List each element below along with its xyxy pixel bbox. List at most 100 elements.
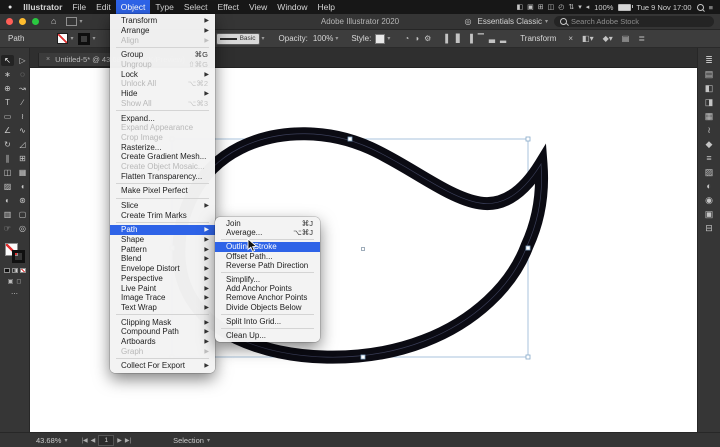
menubar-item-object[interactable]: Object [116,0,151,14]
adobe-stock-search-input[interactable]: Search Adobe Stock [554,16,714,27]
menubar-item-edit[interactable]: Edit [91,0,116,14]
menu-item-expand[interactable]: Expand... [110,113,215,123]
menu-item-lock[interactable]: Lock▶ [110,69,215,79]
zoom-tool[interactable]: ◎ [16,223,29,234]
menu-item-blend[interactable]: Blend▶ [110,254,215,264]
properties-panel-icon[interactable]: ≣ [705,56,713,65]
stroke-color-dropdown[interactable]: ▾ [78,33,95,45]
width-tool[interactable]: ∥ [1,153,14,164]
blend-tool[interactable]: ◐ [1,195,14,206]
menu-item-create-trim-marks[interactable]: Create Trim Marks [110,210,215,220]
menu-item-hide[interactable]: Hide▶ [110,89,215,99]
menu-item-flatten-transparency[interactable]: Flatten Transparency... [110,171,215,181]
submenu-item-reverse-path-direction[interactable]: Reverse Path Direction [215,261,320,270]
menu-item-text-wrap[interactable]: Text Wrap▶ [110,303,215,313]
previous-artboard-button[interactable]: ◀ [91,437,96,444]
rotate-tool[interactable]: ↻ [1,139,14,150]
layers-panel-icon[interactable]: ⊟ [705,224,713,233]
menubar-status-icon-7[interactable]: ▾ [578,3,582,11]
swatches-panel-icon[interactable]: ▦ [705,112,714,121]
direct-selection-tool[interactable]: ▷ [16,55,29,66]
brush-definition-dropdown[interactable]: Basic ▾ [216,33,265,45]
shape-builder-tool[interactable]: ◫ [1,167,14,178]
submenu-item-divide-objects-below[interactable]: Divide Objects Below [215,303,320,312]
submenu-item-add-anchor-points[interactable]: Add Anchor Points [215,284,320,293]
menubar-status-icon-2[interactable]: ▣ [527,3,534,11]
rectangle-tool[interactable]: ▭ [1,111,14,122]
minimize-window-button[interactable] [19,18,26,25]
line-segment-tool[interactable]: ∕ [16,97,29,108]
menubar-status-icon-4[interactable]: ◫ [548,3,555,11]
select-dropdown-icon[interactable]: ◆▾ [603,34,613,43]
menu-item-image-trace[interactable]: Image Trace▶ [110,293,215,303]
free-transform-tool[interactable]: ⊞ [16,153,29,164]
color-guide-panel-icon[interactable]: ◨ [705,98,714,107]
menubar-item-help[interactable]: Help [313,0,340,14]
submenu-item-join[interactable]: Join⌘J [215,219,320,228]
menu-item-rasterize[interactable]: Rasterize... [110,142,215,152]
selection-tool[interactable]: ↖ [1,55,14,66]
apple-menu-icon[interactable]: ● [0,4,18,11]
align-horizontal-left-icon[interactable]: ▌ [445,34,451,43]
submenu-item-remove-anchor-points[interactable]: Remove Anchor Points [215,293,320,302]
scale-tool[interactable]: ◿ [16,139,29,150]
submenu-item-average[interactable]: Average...⌥⌘J [215,228,320,237]
menu-item-pattern[interactable]: Pattern▶ [110,244,215,254]
options-gear-icon[interactable]: ⚙ [424,34,431,43]
shaper-tool[interactable]: ∿ [16,125,29,136]
transparency-panel-icon[interactable]: ◐ [706,182,711,191]
shape-properties-icon[interactable]: ▤ [622,34,630,43]
stroke-panel-icon[interactable]: ≡ [706,154,711,163]
libraries-panel-icon[interactable]: ▤ [705,70,714,79]
menubar-item-type[interactable]: Type [150,0,178,14]
color-button[interactable] [4,268,10,273]
draw-mode-1-icon[interactable]: ▣ [8,278,14,285]
menubar-item-view[interactable]: View [244,0,272,14]
gradient-panel-icon[interactable]: ▨ [705,168,714,177]
magic-wand-tool[interactable]: ∗ [1,69,14,80]
menu-item-envelope-distort[interactable]: Envelope Distort▶ [110,264,215,274]
next-artboard-button[interactable]: ▶ [117,437,122,444]
menubar-item-illustrator[interactable]: Illustrator [18,0,67,14]
spotlight-search-icon[interactable] [697,4,704,11]
lasso-tool[interactable]: ◌ [16,69,29,80]
menu-item-compound-path[interactable]: Compound Path▶ [110,327,215,337]
gradient-tool[interactable]: ▨ [1,181,14,192]
align-vertical-bottom-icon[interactable]: ▂ [500,34,506,43]
fill-color-dropdown[interactable]: ▾ [57,33,73,44]
align-vertical-top-icon[interactable]: ▔ [478,34,484,43]
paintbrush-tool[interactable]: ≀ [16,111,29,122]
home-icon[interactable]: ⌂ [51,17,56,26]
mesh-tool[interactable]: ▦ [16,167,29,178]
menu-item-slice[interactable]: Slice▶ [110,201,215,211]
last-artboard-button[interactable]: ▶| [125,437,131,444]
control-center-icon[interactable]: ≡ [709,3,713,12]
menu-item-live-paint[interactable]: Live Paint▶ [110,283,215,293]
zoom-level-dropdown[interactable]: 43.68% ▾ [36,436,67,445]
eyedropper-tool[interactable]: ◖ [16,181,29,192]
submenu-item-outline-stroke[interactable]: Outline Stroke [215,242,320,251]
column-graph-tool[interactable]: ▥ [1,209,14,220]
menubar-status-icon-8[interactable]: ◂ [586,3,590,11]
type-tool[interactable]: T [1,97,14,108]
pen-tool[interactable]: ⊕ [1,83,14,94]
menubar-status-icon-3[interactable]: ⊞ [538,3,544,11]
menu-item-arrange[interactable]: Arrange▶ [110,26,215,36]
curvature-tool[interactable]: ↝ [16,83,29,94]
submenu-item-offset-path[interactable]: Offset Path... [215,252,320,261]
transform-label[interactable]: Transform [520,34,556,43]
menu-item-create-gradient-mesh[interactable]: Create Gradient Mesh... [110,152,215,162]
submenu-item-split-into-grid[interactable]: Split Into Grid... [215,317,320,326]
menubar-status-icon-5[interactable]: ◴ [558,3,564,11]
menu-item-transform[interactable]: Transform▶ [110,16,215,26]
hand-tool[interactable]: ☞ [1,223,14,234]
current-tool-indicator[interactable]: Selection ▾ [173,436,210,445]
menu-item-artboards[interactable]: Artboards▶ [110,337,215,347]
menu-item-clipping-mask[interactable]: Clipping Mask▶ [110,317,215,327]
menu-item-make-pixel-perfect[interactable]: Make Pixel Perfect [110,186,215,196]
pencil-tool[interactable]: ∠ [1,125,14,136]
menubar-clock[interactable]: Tue 9 Nov 17:00 [636,3,691,12]
menubar-item-window[interactable]: Window [272,0,312,14]
align-horizontal-right-icon[interactable]: ▐ [467,34,473,43]
menubar-status-icon-6[interactable]: ⇅ [568,3,574,11]
